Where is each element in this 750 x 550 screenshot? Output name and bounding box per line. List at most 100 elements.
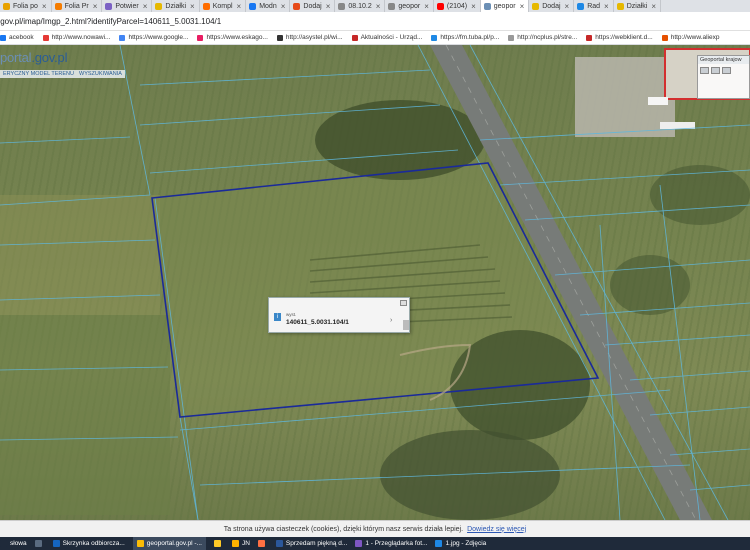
popup-scrollbar[interactable] bbox=[403, 320, 409, 330]
map-viewport[interactable]: portal.gov.pl ERYCZNY MODEL TERENU WYSZU… bbox=[0, 45, 750, 520]
panel-button[interactable] bbox=[722, 67, 731, 74]
tab-5[interactable]: Modn × bbox=[246, 0, 291, 12]
bookmark-8[interactable]: https://webklient.d... bbox=[586, 34, 653, 41]
tab-close-icon[interactable]: × bbox=[143, 2, 148, 11]
cookie-more-link[interactable]: Dowiedz się więcej bbox=[467, 526, 526, 533]
tab-close-icon[interactable]: × bbox=[520, 2, 525, 11]
tab-strip: Folia po × Folia Pr × Potwier × Działki × Kompl ×… bbox=[0, 0, 750, 12]
tab-close-icon[interactable]: × bbox=[604, 2, 609, 11]
taskbar-item-4[interactable] bbox=[213, 540, 224, 547]
bookmark-2[interactable]: https://www.google... bbox=[119, 34, 188, 41]
taskbar-label: JN bbox=[241, 540, 250, 547]
tab-close-icon[interactable]: × bbox=[237, 2, 242, 11]
aerial-map[interactable] bbox=[0, 45, 750, 520]
bookmark-label: http://ncplus.pl/stre... bbox=[517, 34, 578, 41]
tab-8[interactable]: geopor × bbox=[385, 0, 434, 12]
field-patch bbox=[0, 195, 160, 315]
vehicle bbox=[648, 97, 668, 105]
taskbar-item-2[interactable]: Skrzynka odbiorcza... bbox=[52, 540, 125, 547]
info-icon: i bbox=[274, 313, 281, 321]
tab-favicon-icon bbox=[202, 2, 210, 10]
tab-close-icon[interactable]: × bbox=[376, 2, 381, 11]
cookie-text: Ta strona używa ciasteczek (cookies), dz… bbox=[223, 525, 464, 533]
model-toolbar: ERYCZNY MODEL TERENU WYSZUKIWANIA bbox=[0, 70, 125, 78]
panel-button[interactable] bbox=[700, 67, 709, 74]
tab-close-icon[interactable]: × bbox=[471, 2, 476, 11]
model-item-search[interactable]: WYSZUKIWANIA bbox=[79, 71, 122, 77]
taskbar-item-1[interactable] bbox=[34, 540, 45, 547]
tab-close-icon[interactable]: × bbox=[281, 2, 286, 11]
bookmark-3[interactable]: https://www.eskago... bbox=[197, 34, 268, 41]
tree-cluster bbox=[380, 430, 560, 520]
bookmark-0[interactable]: acebook bbox=[0, 34, 34, 41]
url-text[interactable]: s.gov.pl/imap/Imgp_2.html?identifyParcel… bbox=[0, 17, 221, 26]
tab-favicon-icon bbox=[105, 2, 113, 10]
tab-favicon-icon bbox=[436, 2, 444, 10]
bookmark-1[interactable]: http://www.nowawi... bbox=[42, 34, 111, 41]
taskbar-item-6[interactable] bbox=[257, 540, 268, 547]
geoportal-logo[interactable]: portal.gov.pl bbox=[0, 50, 67, 65]
taskbar-item-7[interactable]: Sprzedam piękną d... bbox=[275, 540, 347, 547]
tab-label: Dodaj bbox=[303, 2, 322, 10]
taskbar-item-0[interactable]: słowa bbox=[0, 540, 27, 547]
bookmark-label: https://www.google... bbox=[128, 34, 189, 41]
tab-12[interactable]: Rad × bbox=[574, 0, 614, 12]
tab-close-icon[interactable]: × bbox=[651, 2, 656, 11]
tab-label: Potwier bbox=[115, 2, 139, 10]
tab-favicon-icon bbox=[532, 2, 540, 10]
tab-13[interactable]: Działki × bbox=[614, 0, 662, 12]
taskbar-item-5[interactable]: JN bbox=[231, 540, 250, 547]
tab-label: Kompl bbox=[212, 2, 233, 10]
bookmark-favicon-icon bbox=[508, 34, 515, 41]
popup-close-icon[interactable] bbox=[400, 300, 407, 306]
tab-close-icon[interactable]: × bbox=[565, 2, 570, 11]
tab-label: (2104) bbox=[446, 2, 468, 10]
chevron-right-icon[interactable]: › bbox=[390, 317, 392, 324]
tree-cluster bbox=[650, 165, 750, 225]
tab-label: geopor bbox=[398, 2, 421, 10]
bookmarks-bar: acebook http://www.nowawi... https://www.g… bbox=[0, 31, 750, 45]
taskbar-item-3[interactable]: geoportal.gov.pl -... bbox=[132, 537, 206, 550]
tab-favicon-icon bbox=[616, 2, 624, 10]
bookmark-9[interactable]: http://www.aliexp bbox=[661, 34, 720, 41]
bookmark-favicon-icon bbox=[586, 34, 593, 41]
model-item-terrain[interactable]: ERYCZNY MODEL TERENU bbox=[3, 71, 74, 77]
tab-1[interactable]: Folia Pr × bbox=[52, 0, 103, 12]
tab-9[interactable]: (2104) × bbox=[434, 0, 481, 12]
bookmark-5[interactable]: Aktualności - Urząd... bbox=[351, 34, 422, 41]
tab-close-icon[interactable]: × bbox=[326, 2, 331, 11]
panel-button[interactable] bbox=[711, 67, 720, 74]
tab-close-icon[interactable]: × bbox=[424, 2, 429, 11]
address-bar[interactable]: s.gov.pl/imap/Imgp_2.html?identifyParcel… bbox=[0, 12, 750, 31]
tab-close-icon[interactable]: × bbox=[190, 2, 195, 11]
tab-0[interactable]: Folia po × bbox=[0, 0, 52, 12]
bookmark-label: http://www.nowawi... bbox=[51, 34, 111, 41]
popup-label: wyst. bbox=[286, 312, 297, 317]
tab-10[interactable]: geopor × bbox=[480, 0, 530, 12]
bookmark-7[interactable]: http://ncplus.pl/stre... bbox=[508, 34, 577, 41]
tab-3[interactable]: Działki × bbox=[152, 0, 200, 12]
taskbar: słowa Skrzynka odbiorcza... geoportal.gov.… bbox=[0, 537, 750, 550]
bookmark-favicon-icon bbox=[42, 34, 49, 41]
tab-2[interactable]: Potwier × bbox=[102, 0, 153, 12]
bookmark-6[interactable]: https://fm.tuba.pl/p... bbox=[431, 34, 499, 41]
bookmark-label: http://www.aliexp bbox=[670, 34, 720, 41]
logo-suffix: .gov.pl bbox=[31, 50, 68, 65]
bookmark-4[interactable]: http://asystel.pl/wi... bbox=[276, 34, 343, 41]
tab-favicon-icon bbox=[577, 2, 585, 10]
tab-label: Folia po bbox=[13, 2, 38, 10]
tab-label: Działki bbox=[165, 2, 187, 10]
tab-6[interactable]: Dodaj × bbox=[290, 0, 336, 12]
tab-close-icon[interactable]: × bbox=[93, 2, 98, 11]
tab-close-icon[interactable]: × bbox=[42, 2, 47, 11]
tab-label: Folia Pr bbox=[64, 2, 89, 10]
tab-favicon-icon bbox=[3, 2, 10, 10]
taskbar-item-8[interactable]: 1 - Przeglądarka fot... bbox=[355, 540, 427, 547]
taskbar-item-9[interactable]: 1.jpg - Zdjęcia bbox=[435, 540, 486, 547]
tab-7[interactable]: 08.10.2 × bbox=[335, 0, 386, 12]
bookmark-label: https://fm.tuba.pl/p... bbox=[440, 34, 500, 41]
tab-favicon-icon bbox=[155, 2, 163, 10]
tab-4[interactable]: Kompl × bbox=[200, 0, 247, 12]
taskbar-app-icon bbox=[257, 540, 265, 547]
tab-11[interactable]: Dodaj × bbox=[529, 0, 575, 12]
